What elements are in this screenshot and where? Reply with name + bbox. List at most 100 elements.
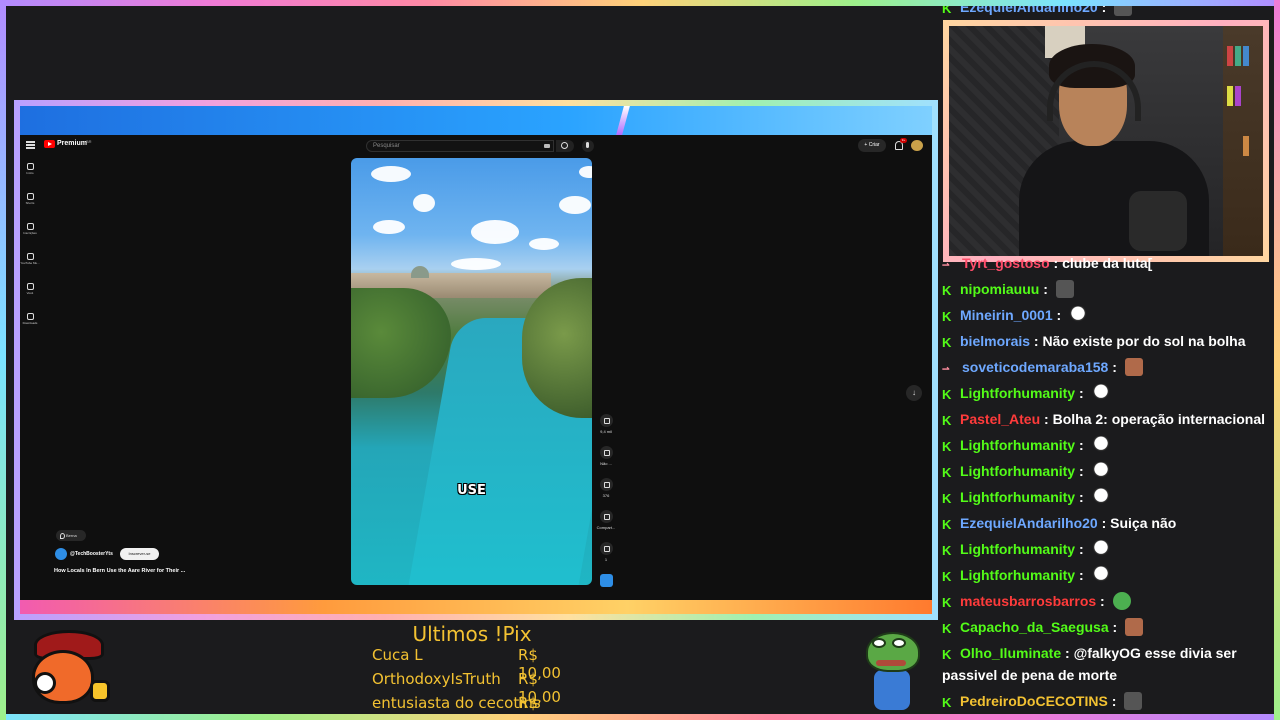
chat-username[interactable]: mateusbarrosbarros bbox=[960, 593, 1096, 609]
chat-message-text: @falkyOG esse divia ser bbox=[1073, 645, 1237, 661]
kick-badge-icon: K bbox=[942, 283, 952, 298]
emote-icon bbox=[1091, 566, 1110, 584]
sidebar-item[interactable]: Você bbox=[20, 283, 40, 309]
chat-message: ⇀ soveticodemaraba158 : bbox=[942, 356, 1268, 380]
sidebar-item[interactable]: Início bbox=[20, 163, 40, 189]
video-title[interactable]: How Locals In Bern Use the Aare River fo… bbox=[54, 568, 185, 574]
mascot-hand bbox=[90, 680, 110, 702]
sidebar-item-label: Inscrições bbox=[23, 231, 37, 235]
kick-badge-icon: K bbox=[942, 439, 952, 454]
location-pill[interactable]: Berna bbox=[56, 530, 86, 541]
emote-icon bbox=[1124, 358, 1143, 376]
sidebar-item[interactable]: Downloads bbox=[20, 313, 40, 339]
youtube-sidebar: Início Shorts Inscrições YouTube Mu... Você D… bbox=[20, 159, 40, 339]
keyboard-icon[interactable] bbox=[544, 144, 550, 148]
comments-button[interactable] bbox=[599, 478, 613, 491]
video-caption: USE bbox=[457, 483, 486, 498]
chat-username[interactable]: Lightforhumanity bbox=[960, 567, 1075, 583]
chat-username[interactable]: Lightforhumanity bbox=[960, 385, 1075, 401]
channel-avatar-small[interactable] bbox=[599, 574, 613, 587]
chat-username[interactable]: Lightforhumanity bbox=[960, 463, 1075, 479]
channel-avatar[interactable] bbox=[55, 548, 67, 560]
emote-icon bbox=[1112, 592, 1131, 610]
kick-badge-icon: K bbox=[942, 335, 952, 350]
pepe-body bbox=[874, 670, 910, 710]
trees-left-bank bbox=[351, 288, 451, 398]
chat-message-continuation: passivel de pena de morte bbox=[942, 664, 1268, 686]
next-video-arrow-icon[interactable]: ↓ bbox=[906, 385, 922, 401]
chat-message: K Lightforhumanity : bbox=[942, 460, 1268, 482]
cloud bbox=[579, 166, 592, 178]
search-button[interactable] bbox=[556, 140, 574, 152]
home-icon bbox=[26, 163, 34, 170]
chat-username[interactable]: Tyrt_gostoso bbox=[962, 255, 1050, 271]
search-input[interactable]: Pesquisar bbox=[366, 140, 554, 152]
cloud bbox=[373, 220, 405, 234]
kick-badge-icon: K bbox=[942, 621, 952, 636]
chat-message: K Lightforhumanity : bbox=[942, 564, 1268, 586]
sidebar-item[interactable]: YouTube Mu... bbox=[20, 253, 40, 279]
mascot-eye bbox=[34, 672, 56, 694]
voice-search-button[interactable] bbox=[582, 140, 594, 152]
chat-message: K Capacho_da_Saegusa : bbox=[942, 616, 1268, 638]
emote-icon bbox=[1125, 618, 1144, 636]
chat-username[interactable]: Pastel_Ateu bbox=[960, 411, 1040, 427]
shorts-video-player[interactable]: USE bbox=[351, 158, 592, 585]
screen-share-frame: Premium BR Pesquisar + Criar 9+ Início Sh… bbox=[14, 100, 938, 620]
youtube-logo-icon[interactable] bbox=[44, 140, 55, 148]
chat-panel: K EzequielAndarilho20 : ⇀ Tyrt_gostoso : c… bbox=[936, 0, 1274, 714]
sidebar-item-label: Shorts bbox=[25, 201, 35, 205]
chat-message: K Mineirin_0001 : bbox=[942, 304, 1268, 326]
subscribe-button[interactable]: Inscrever-se bbox=[120, 548, 159, 560]
pix-donor-name: Cuca L bbox=[372, 646, 423, 664]
pix-entry: entusiasta do cecotinsR$ 10,00 bbox=[372, 694, 582, 720]
chat-username[interactable]: Lightforhumanity bbox=[960, 541, 1075, 557]
pepe-eye bbox=[892, 638, 906, 648]
chat-username[interactable]: Capacho_da_Saegusa bbox=[960, 619, 1109, 635]
share-button[interactable] bbox=[599, 510, 613, 523]
kick-badge-icon: K bbox=[942, 569, 952, 584]
chat-message-text: Suiça não bbox=[1110, 515, 1177, 531]
likes-count: 9,4 mil bbox=[600, 429, 612, 434]
dislike-button[interactable] bbox=[599, 446, 613, 459]
hamburger-menu-icon[interactable] bbox=[26, 141, 35, 149]
kick-badge-icon: K bbox=[942, 413, 952, 428]
remix-button[interactable] bbox=[599, 542, 613, 555]
frame-border-left bbox=[0, 0, 6, 720]
chat-username[interactable]: Olho_Iluminate bbox=[960, 645, 1061, 661]
sidebar-item[interactable]: Shorts bbox=[20, 193, 40, 219]
mascot-sticker bbox=[22, 628, 112, 710]
sidebar-item[interactable]: Inscrições bbox=[20, 223, 40, 249]
youtube-premium-label[interactable]: Premium bbox=[57, 140, 87, 147]
emote-icon bbox=[1091, 384, 1110, 402]
kick-badge-icon: K bbox=[942, 491, 952, 506]
emote-icon bbox=[1124, 692, 1143, 710]
pix-title: Ultimos !Pix bbox=[412, 622, 532, 646]
chat-username[interactable]: nipomiauuu bbox=[960, 281, 1039, 297]
channel-name[interactable]: @TechBoosterYts bbox=[70, 551, 113, 557]
kick-badge-icon: K bbox=[942, 309, 952, 324]
pepe-eye bbox=[872, 638, 886, 648]
chat-message: K PedreiroDoCECOTINS : bbox=[942, 690, 1268, 712]
pix-entry: Cuca L R$ 10,00 bbox=[372, 646, 582, 682]
kick-badge-icon: K bbox=[942, 387, 952, 402]
chat-username[interactable]: bielmorais bbox=[960, 333, 1030, 349]
chat-message-text: clube da luta[ bbox=[1062, 255, 1153, 271]
chat-username[interactable]: Mineirin_0001 bbox=[960, 307, 1053, 323]
cloud bbox=[471, 220, 519, 244]
create-button[interactable]: + Criar bbox=[858, 139, 886, 152]
shorts-icon bbox=[26, 193, 34, 200]
like-button[interactable] bbox=[599, 414, 613, 427]
chat-username[interactable]: soveticodemaraba158 bbox=[962, 359, 1108, 375]
chat-username[interactable]: Lightforhumanity bbox=[960, 489, 1075, 505]
pix-donor-name: OrthodoxyIsTruth bbox=[372, 670, 501, 688]
chat-username[interactable]: Lightforhumanity bbox=[960, 437, 1075, 453]
music-icon bbox=[26, 253, 34, 260]
account-avatar[interactable] bbox=[911, 140, 923, 151]
chat-username[interactable]: EzequielAndarilho20 bbox=[960, 515, 1098, 531]
sidebar-item-label: Início bbox=[26, 171, 34, 175]
kick-badge-icon: K bbox=[942, 647, 952, 662]
remix-count: 1 bbox=[604, 557, 608, 562]
kick-badge-icon: K bbox=[942, 595, 952, 610]
chat-username[interactable]: PedreiroDoCECOTINS bbox=[960, 693, 1108, 709]
